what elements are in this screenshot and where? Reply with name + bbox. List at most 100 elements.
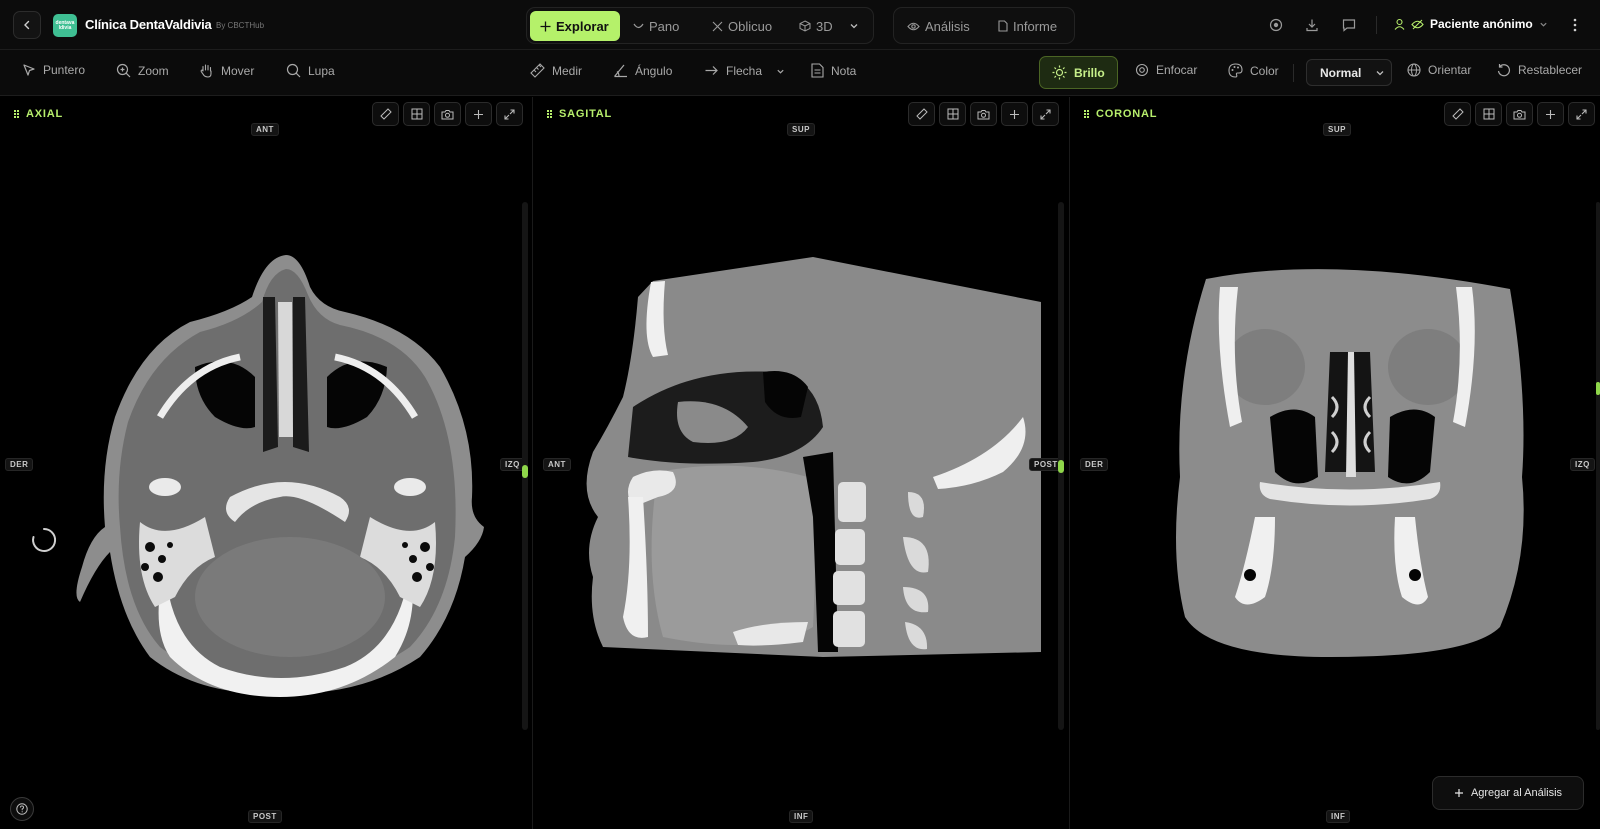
record-button[interactable]	[1268, 17, 1284, 33]
orientation-label-left: ANT	[543, 458, 571, 471]
tab-explorar[interactable]: Explorar	[530, 11, 620, 41]
tab-informe[interactable]: Informe	[988, 11, 1067, 41]
panel-title-label: CORONAL	[1096, 108, 1158, 120]
patient-name: Paciente anónimo	[1430, 17, 1533, 31]
note-icon	[811, 63, 824, 78]
reset-icon	[1497, 64, 1511, 77]
focus-icon	[1135, 63, 1149, 77]
oblique-icon	[712, 21, 723, 31]
tool-nota[interactable]: Nota	[811, 63, 856, 78]
tool-puntero[interactable]: Puntero	[22, 63, 85, 77]
divider	[1376, 16, 1377, 34]
eye-icon	[907, 22, 920, 30]
flecha-options-dropdown[interactable]	[776, 67, 785, 76]
tool-medir[interactable]: Medir	[530, 63, 582, 78]
chevron-down-icon	[850, 24, 858, 29]
grid-icon	[947, 108, 958, 120]
add-to-analysis-button[interactable]: Agregar al Análisis	[1432, 776, 1584, 810]
tool-lupa[interactable]: Lupa	[286, 63, 335, 78]
tool-restablecer[interactable]: Restablecer	[1497, 63, 1582, 77]
slice-scroll-thumb[interactable]	[1596, 382, 1600, 396]
more-views-dropdown[interactable]	[843, 11, 865, 41]
orientation-label-top: SUP	[787, 123, 815, 136]
slice-scrollbar-axial[interactable]	[522, 202, 528, 730]
drag-handle-icon[interactable]	[547, 110, 552, 118]
tool-label: Flecha	[726, 63, 763, 78]
sun-icon	[1052, 65, 1067, 80]
top-bar: dentavaldivia Clínica DentaValdivia By C…	[0, 0, 1600, 50]
tab-analisis[interactable]: Análisis	[897, 11, 980, 41]
plus-icon	[474, 109, 483, 119]
tool-brillo[interactable]: Brillo	[1039, 56, 1118, 89]
add-button[interactable]	[1001, 102, 1028, 126]
tab-oblicuo[interactable]: Oblicuo	[702, 11, 782, 41]
viewport-axial[interactable]: AXIAL ANT POST DER IZQ	[0, 97, 532, 829]
tab-label: Informe	[1013, 18, 1058, 34]
screenshot-button[interactable]	[970, 102, 997, 126]
help-button[interactable]	[10, 797, 34, 821]
orientation-label-left: DER	[1080, 458, 1109, 471]
eye-off-icon	[1411, 19, 1424, 29]
angle-icon	[614, 64, 627, 78]
panel-title-sagital[interactable]: SAGITAL	[547, 108, 612, 120]
tool-angulo[interactable]: Ángulo	[613, 63, 672, 78]
add-button[interactable]	[465, 102, 492, 126]
divider	[1293, 64, 1294, 82]
tool-label: Ángulo	[635, 63, 673, 78]
grid-icon	[411, 108, 422, 120]
layout-button[interactable]	[939, 102, 966, 126]
axial-scan-image	[76, 255, 484, 697]
comments-button[interactable]	[1341, 17, 1357, 33]
tab-label: Pano	[649, 18, 680, 34]
panel-title-axial[interactable]: AXIAL	[14, 108, 63, 120]
layout-button[interactable]	[1475, 102, 1502, 126]
tool-enfocar[interactable]: Enfocar	[1135, 63, 1197, 77]
panel-title-label: SAGITAL	[559, 108, 613, 120]
tool-zoom[interactable]: Zoom	[116, 63, 169, 78]
tool-label: Brillo	[1074, 65, 1105, 80]
measure-button[interactable]	[908, 102, 935, 126]
slice-scroll-thumb[interactable]	[522, 464, 528, 478]
expand-icon	[1576, 108, 1587, 120]
tab-3d[interactable]: 3D	[789, 11, 843, 41]
tool-orientar[interactable]: Orientar	[1407, 63, 1471, 77]
chevron-left-icon	[24, 20, 30, 30]
layout-button[interactable]	[403, 102, 430, 126]
maximize-button[interactable]	[1032, 102, 1059, 126]
slice-scrollbar-sagital[interactable]	[1058, 202, 1064, 730]
kebab-menu-icon	[1573, 18, 1577, 32]
orientation-label-bottom: INF	[1326, 810, 1351, 823]
viewport-sagital[interactable]: SAGITAL SUP INF ANT POST	[533, 97, 1069, 829]
slice-scrollbar-coronal[interactable]	[1596, 202, 1600, 730]
tab-pano[interactable]: Pano	[623, 11, 689, 41]
pano-curve-icon	[633, 23, 644, 28]
document-icon	[998, 20, 1008, 32]
measure-button[interactable]	[1444, 102, 1471, 126]
drag-handle-icon[interactable]	[14, 110, 19, 118]
download-button[interactable]	[1304, 17, 1320, 33]
screenshot-button[interactable]	[434, 102, 461, 126]
expand-icon	[504, 108, 515, 120]
panel-title-coronal[interactable]: CORONAL	[1084, 108, 1157, 120]
add-button[interactable]	[1537, 102, 1564, 126]
panel-title-label: AXIAL	[26, 108, 63, 120]
tool-color[interactable]: Color	[1228, 63, 1279, 78]
back-button[interactable]	[13, 11, 41, 39]
measure-button[interactable]	[372, 102, 399, 126]
blend-mode-select[interactable]: Normal	[1306, 59, 1392, 86]
tool-label: Puntero	[43, 63, 86, 77]
screenshot-button[interactable]	[1506, 102, 1533, 126]
sagital-scan-image	[586, 257, 1041, 657]
tool-flecha[interactable]: Flecha	[704, 63, 762, 78]
patient-menu[interactable]: Paciente anónimo	[1394, 17, 1548, 31]
maximize-button[interactable]	[496, 102, 523, 126]
slice-scroll-thumb[interactable]	[1058, 459, 1064, 473]
orientation-label-bottom: INF	[789, 810, 814, 823]
tool-mover[interactable]: Mover	[199, 63, 254, 78]
more-options-button[interactable]	[1567, 17, 1583, 33]
maximize-button[interactable]	[1568, 102, 1595, 126]
drag-handle-icon[interactable]	[1084, 110, 1089, 118]
viewport-coronal[interactable]: CORONAL SUP INF DER IZQ	[1070, 97, 1600, 829]
tab-label: 3D	[816, 18, 833, 34]
plus-icon	[1546, 109, 1555, 119]
